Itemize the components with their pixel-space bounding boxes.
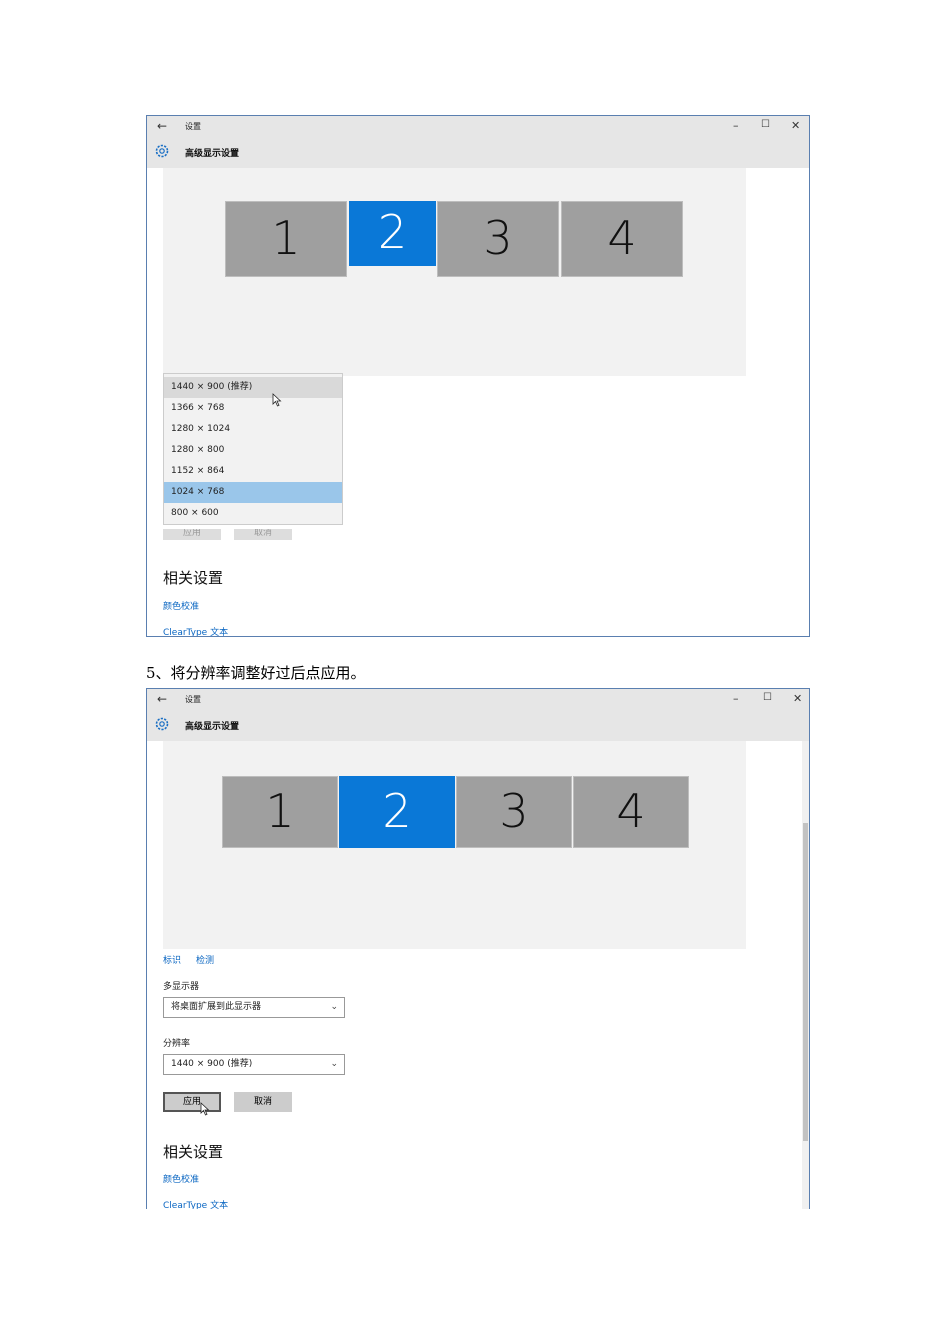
cancel-button[interactable]: 取消 [234,1092,292,1112]
chevron-down-icon: ⌄ [330,1059,338,1069]
close-button[interactable]: ✕ [791,119,800,132]
mouse-pointer-icon [272,393,282,407]
minimize-button[interactable]: – [733,119,739,132]
mouse-pointer-icon [200,1102,210,1116]
resolution-dropdown-list: 1440 × 900 (推荐) 1366 × 768 1280 × 1024 1… [163,373,343,525]
gear-icon [155,144,169,158]
settings-window-2: ← 设置 – ☐ ✕ 高级显示设置 1 2 3 4 标识 检测 多显示器 将桌面… [146,688,810,1209]
display-arrangement: 1 2 3 4 [163,741,746,949]
scrollbar-thumb[interactable] [803,823,808,1141]
step-instruction: 5、将分辨率调整好过后点应用。 [146,664,366,682]
resolution-option[interactable]: 1280 × 1024 [164,419,342,440]
monitor-1[interactable]: 1 [222,776,338,848]
multi-display-select[interactable]: 将桌面扩展到此显示器 ⌄ [163,997,345,1018]
monitor-3[interactable]: 3 [437,201,559,277]
apply-button[interactable]: 应用 [163,529,221,540]
related-settings-heading: 相关设置 [163,1143,224,1161]
resolution-option[interactable]: 1024 × 768 [164,482,342,503]
multi-display-value: 将桌面扩展到此显示器 [171,1002,262,1012]
back-button[interactable]: ← [157,119,167,133]
app-title: 设置 [185,695,201,704]
vertical-scrollbar[interactable] [802,741,809,1209]
monitor-2[interactable]: 2 [339,776,455,848]
resolution-option[interactable]: 1280 × 800 [164,440,342,461]
apply-button[interactable]: 应用 [163,1092,221,1112]
maximize-button[interactable]: ☐ [763,692,772,703]
multi-display-label: 多显示器 [163,982,200,992]
monitor-3[interactable]: 3 [456,776,572,848]
monitor-1[interactable]: 1 [225,201,347,277]
title-bar: ← 设置 – ☐ ✕ 高级显示设置 [147,116,809,168]
resolution-select[interactable]: 1440 × 900 (推荐) ⌄ [163,1054,345,1075]
display-arrangement: 1 2 3 4 [163,168,746,376]
resolution-label: 分辨率 [163,1039,191,1049]
resolution-value: 1440 × 900 (推荐) [171,1059,253,1069]
chevron-down-icon: ⌄ [330,1002,338,1012]
resolution-option[interactable]: 1440 × 900 (推荐) [164,377,342,398]
cleartype-link[interactable]: ClearType 文本 [163,1198,228,1209]
resolution-option[interactable]: 1152 × 864 [164,461,342,482]
title-bar: ← 设置 – ☐ ✕ 高级显示设置 [147,689,809,741]
monitor-4[interactable]: 4 [573,776,689,848]
cancel-button[interactable]: 取消 [234,529,292,540]
page-title: 高级显示设置 [185,722,240,732]
gear-icon [155,717,169,731]
identify-link[interactable]: 标识 [163,953,181,966]
minimize-button[interactable]: – [733,692,739,705]
page-title: 高级显示设置 [185,149,240,159]
resolution-option[interactable]: 800 × 600 [164,503,342,524]
cleartype-link[interactable]: ClearType 文本 [163,625,228,636]
color-calibration-link[interactable]: 颜色校准 [163,1172,199,1185]
maximize-button[interactable]: ☐ [761,119,770,130]
close-button[interactable]: ✕ [793,692,802,705]
resolution-option[interactable]: 1366 × 768 [164,398,342,419]
detect-link[interactable]: 检测 [196,953,214,966]
back-button[interactable]: ← [157,692,167,706]
app-title: 设置 [185,122,201,131]
monitor-2[interactable]: 2 [349,201,436,266]
related-settings-heading: 相关设置 [163,569,224,587]
settings-window-1: ← 设置 – ☐ ✕ 高级显示设置 1 2 3 4 应用 取消 1440 × 9… [146,115,810,637]
monitor-4[interactable]: 4 [561,201,683,277]
color-calibration-link[interactable]: 颜色校准 [163,599,199,612]
